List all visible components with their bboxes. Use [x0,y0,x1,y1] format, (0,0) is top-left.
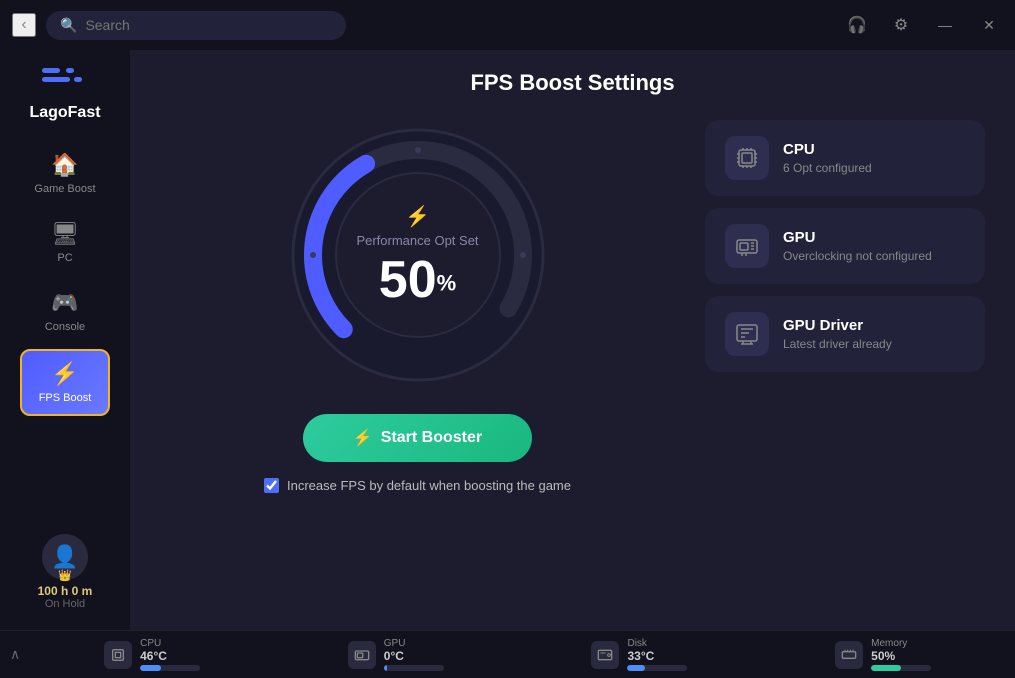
fps-checkbox-row: Increase FPS by default when boosting th… [264,478,571,493]
cpu-card-desc: 6 Opt configured [783,161,965,175]
main-layout: LagoFast 🏠 Game Boost 🖥 PC 🎮 Console ⚡ F… [0,50,1015,630]
sidebar: LagoFast 🏠 Game Boost 🖥 PC 🎮 Console ⚡ F… [0,50,130,630]
status-items: CPU 46°C GPU 0°C [30,638,1005,671]
increase-fps-label: Increase FPS by default when boosting th… [287,478,571,493]
status-disk-fill [627,665,645,671]
sidebar-label-fps-boost: FPS Boost [39,392,92,404]
search-bar[interactable]: 🔍 [46,11,346,40]
start-booster-label: Start Booster [381,429,482,447]
pc-icon: 🖥 [51,221,79,247]
chevron-up-icon[interactable]: ∧ [10,646,20,663]
status-memory-label: Memory [871,638,931,649]
status-cpu-fill [140,665,161,671]
user-time: 100 h 0 m [38,584,93,598]
gauge-value-display: 50% [379,254,456,306]
status-bar: ∧ CPU 46°C [0,630,1015,678]
settings-icon[interactable]: ⚙ [887,11,915,39]
status-disk-icon [591,641,619,669]
start-booster-button[interactable]: ⚡ Start Booster [303,414,532,462]
start-booster-icon: ⚡ [353,428,373,448]
sidebar-item-fps-boost[interactable]: ⚡ FPS Boost [20,349,110,416]
status-gpu-icon [348,641,376,669]
sidebar-label-console: Console [45,321,85,333]
gpu-driver-card-info: GPU Driver Latest driver already [783,317,965,351]
user-person-icon: 👤 [51,544,78,570]
status-gpu-fill [384,665,387,671]
search-icon: 🔍 [60,17,77,34]
gpu-card-title: GPU [783,229,965,246]
title-bar-actions: 🎧 ⚙ — ✕ [843,11,1003,39]
headset-icon[interactable]: 🎧 [843,11,871,39]
gauge-lightning-icon: ⚡ [405,204,430,229]
status-item-gpu: GPU 0°C [348,638,444,671]
sidebar-item-pc[interactable]: 🖥 PC [20,211,110,274]
status-disk-value: 33°C [627,649,687,663]
gauge-label: Performance Opt Set [356,233,478,248]
sidebar-item-console[interactable]: 🎮 Console [20,280,110,343]
status-cpu-value: 46°C [140,649,200,663]
close-button[interactable]: ✕ [975,11,1003,39]
status-memory-fill [871,665,901,671]
status-item-disk: Disk 33°C [591,638,687,671]
console-icon: 🎮 [51,290,78,316]
status-memory-value: 50% [871,649,931,663]
status-item-cpu: CPU 46°C [104,638,200,671]
crown-badge-icon: 👑 [58,569,72,582]
fps-boost-icon: ⚡ [51,361,78,387]
page-title: FPS Boost Settings [160,70,985,96]
gauge-percent: % [437,271,457,296]
increase-fps-checkbox[interactable] [264,478,279,493]
cpu-card[interactable]: CPU 6 Opt configured [705,120,985,196]
sidebar-bottom: 👤 👑 100 h 0 m On Hold [38,534,93,620]
gauge-container: ⚡ Performance Opt Set 50% [283,120,553,390]
gpu-driver-card-title: GPU Driver [783,317,965,334]
minimize-button[interactable]: — [931,11,959,39]
fps-layout: ⚡ Performance Opt Set 50% ⚡ Start Booste… [160,120,985,493]
user-avatar[interactable]: 👤 👑 [42,534,88,580]
gpu-card-icon [725,224,769,268]
status-cpu-label: CPU [140,638,200,649]
gpu-card-info: GPU Overclocking not configured [783,229,965,263]
sidebar-label-pc: PC [57,252,72,264]
gpu-driver-card-icon [725,312,769,356]
gpu-card-desc: Overclocking not configured [783,249,965,263]
cpu-card-title: CPU [783,141,965,158]
status-disk-label: Disk [627,638,687,649]
status-cpu-graph [140,665,200,671]
back-button[interactable]: ‹ [12,13,36,37]
content-area: FPS Boost Settings [130,50,1015,630]
gpu-card[interactable]: GPU Overclocking not configured [705,208,985,284]
cpu-card-icon [725,136,769,180]
title-bar: ‹ 🔍 🎧 ⚙ — ✕ [0,0,1015,50]
logo-text: LagoFast [29,104,100,122]
app-logo [40,60,90,100]
game-boost-icon: 🏠 [51,152,78,178]
gauge-section: ⚡ Performance Opt Set 50% ⚡ Start Booste… [160,120,675,493]
gauge-inner: ⚡ Performance Opt Set 50% [356,204,478,306]
status-gpu-graph [384,665,444,671]
gauge-value: 50 [379,251,437,309]
search-input[interactable] [85,17,332,33]
cpu-card-info: CPU 6 Opt configured [783,141,965,175]
user-status: On Hold [45,598,85,610]
status-memory-icon [835,641,863,669]
logo-area: LagoFast [29,60,100,122]
status-memory-graph [871,665,931,671]
sidebar-label-game-boost: Game Boost [34,183,95,195]
gpu-driver-card-desc: Latest driver already [783,337,965,351]
status-gpu-label: GPU [384,638,444,649]
right-panel: CPU 6 Opt configured [705,120,985,372]
status-item-memory: Memory 50% [835,638,931,671]
sidebar-item-game-boost[interactable]: 🏠 Game Boost [20,142,110,205]
status-cpu-icon [104,641,132,669]
gpu-driver-card[interactable]: GPU Driver Latest driver already [705,296,985,372]
status-disk-graph [627,665,687,671]
status-gpu-value: 0°C [384,649,444,663]
